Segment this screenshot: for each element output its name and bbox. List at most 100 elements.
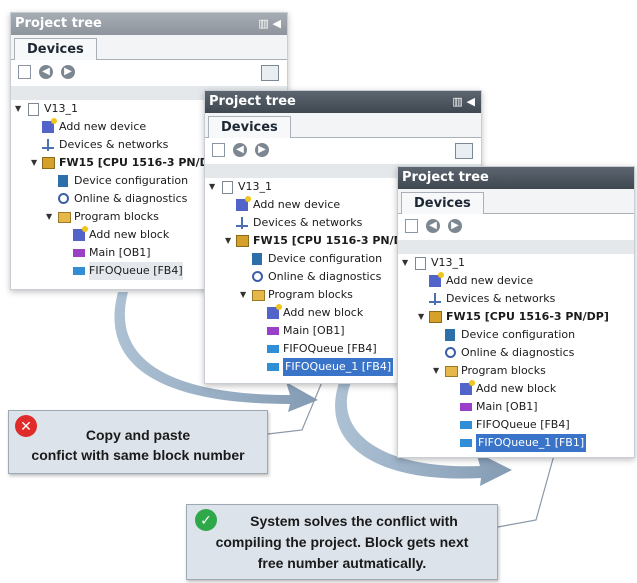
panel-controls[interactable]: ▥ ◀ [258,13,281,35]
tree-row-label: FW15 [CPU 1516-3 PN/DP] [253,234,416,247]
new-item-icon[interactable] [18,65,31,79]
panel-controls[interactable]: ▥ ◀ [452,91,475,113]
new-item-icon[interactable] [405,219,418,233]
forward-icon[interactable]: ▶ [448,219,462,233]
tree-row-label: Devices & networks [446,292,556,305]
forward-icon[interactable]: ▶ [255,143,269,157]
document-icon [415,257,426,270]
tree-row-label: FW15 [CPU 1516-3 PN/DP] [446,310,609,323]
tree-row[interactable]: Add new block [398,380,634,398]
tree-row-label: Add new block [283,306,364,319]
expand-icon[interactable]: ▼ [402,254,408,272]
folder-icon [252,290,265,301]
tree-row-label: Add new device [59,120,147,133]
tree-toolbar: ◀ ▶ [398,214,634,240]
project-tree: ▼ V13_1 Add new device Devices & networks… [398,254,634,452]
tree-row[interactable]: ▼ Program blocks [398,362,634,380]
add-device-icon [42,118,57,133]
panel-titlebar: Project tree [398,167,634,189]
callout-success-line-1: System solves the conflict with [250,513,458,529]
tree-row[interactable]: Add new device [398,272,634,290]
tree-row-label: V13_1 [431,256,466,269]
expand-icon[interactable]: ▼ [15,100,21,118]
panel-titlebar: Project tree ▥ ◀ [11,13,287,35]
fb-block-icon [460,421,472,429]
callout-error: ✕ Copy and paste confict with same block… [8,410,268,474]
tab-devices[interactable]: Devices [401,192,484,214]
tab-devices[interactable]: Devices [208,116,291,138]
tree-header-bar [398,240,634,254]
tree-row-label: Program blocks [74,210,159,223]
callout-error-text: Copy and paste confict with same block n… [9,425,267,465]
expand-icon[interactable]: ▼ [240,286,246,304]
callout-success-text: System solves the conflict with compilin… [187,511,497,574]
view-toggle-icon[interactable] [261,65,279,81]
tree-row[interactable]: Main [OB1] [398,398,634,416]
tree-row[interactable]: ▼ V13_1 [398,254,634,272]
panel-title: Project tree [15,16,102,31]
tree-row-label: FIFOQueue_1 [FB4] [283,358,394,376]
back-icon[interactable]: ◀ [233,143,247,157]
tree-row-label: V13_1 [238,180,273,193]
back-icon[interactable]: ◀ [426,219,440,233]
device-config-icon [445,329,455,341]
tree-row-label: Add new device [446,274,534,287]
tree-row-label: Add new device [253,198,341,211]
tree-row-label: Add new block [89,228,170,241]
tree-row-label: Program blocks [461,364,546,377]
panel-title: Project tree [209,94,296,109]
tree-row[interactable]: Online & diagnostics [398,344,634,362]
callout-error-line-2: confict with same block number [31,447,245,463]
tree-row-label: Devices & networks [253,216,363,229]
tab-strip: Devices [11,35,287,60]
diagnostics-icon [445,347,456,358]
diagnostics-icon [58,193,69,204]
add-block-icon [460,380,475,395]
expand-icon[interactable]: ▼ [209,178,215,196]
folder-icon [445,366,458,377]
fb-block-icon [267,363,279,371]
tree-row-label: Add new block [476,382,557,395]
callout-error-line-1: Copy and paste [85,427,191,443]
view-toggle-icon[interactable] [455,143,473,159]
diagnostics-icon [252,271,263,282]
project-tree-panel-3: Project tree Devices ◀ ▶ ▼ V13_1 Add new … [397,166,635,458]
tree-row-label: FIFOQueue_1 [FB1] [476,434,587,452]
panel-titlebar: Project tree ▥ ◀ [205,91,481,113]
tab-strip: Devices [205,113,481,138]
tree-row[interactable]: ▼ FW15 [CPU 1516-3 PN/DP] [398,308,634,326]
back-icon[interactable]: ◀ [39,65,53,79]
tree-row-label: Main [OB1] [476,400,538,413]
tree-row[interactable]: Devices & networks [398,290,634,308]
tree-row-label: Online & diagnostics [461,346,575,359]
tree-row-label: FIFOQueue [FB4] [476,418,570,431]
expand-icon[interactable]: ▼ [46,208,52,226]
tree-row-selected[interactable]: FIFOQueue_1 [FB1] [398,434,634,452]
tree-row[interactable]: Device configuration [398,326,634,344]
expand-icon[interactable]: ▼ [433,362,439,380]
expand-icon[interactable]: ▼ [31,154,37,172]
tree-row-label: Main [OB1] [89,246,151,259]
tree-row-label: Program blocks [268,288,353,301]
add-device-icon [429,272,444,287]
tree-row-label: Main [OB1] [283,324,345,337]
tree-row-label: FIFOQueue [FB4] [283,342,377,355]
cpu-icon [42,157,55,169]
tree-row-label: Online & diagnostics [268,270,382,283]
tab-devices[interactable]: Devices [14,38,97,60]
ob-block-icon [267,327,279,335]
tree-row[interactable]: FIFOQueue [FB4] [398,416,634,434]
callout-success-line-2: compiling the project. Block gets next [215,534,469,550]
forward-icon[interactable]: ▶ [61,65,75,79]
tree-toolbar: ◀ ▶ [11,60,287,86]
tree-row-label: Device configuration [461,328,576,341]
tree-row-label: Device configuration [74,174,189,187]
ob-block-icon [73,249,85,257]
expand-icon[interactable]: ▼ [418,308,424,326]
cpu-icon [429,311,442,323]
fb-block-icon [460,439,472,447]
new-item-icon[interactable] [212,143,225,157]
expand-icon[interactable]: ▼ [225,232,231,250]
fb-block-icon [73,267,85,275]
document-icon [222,181,233,194]
